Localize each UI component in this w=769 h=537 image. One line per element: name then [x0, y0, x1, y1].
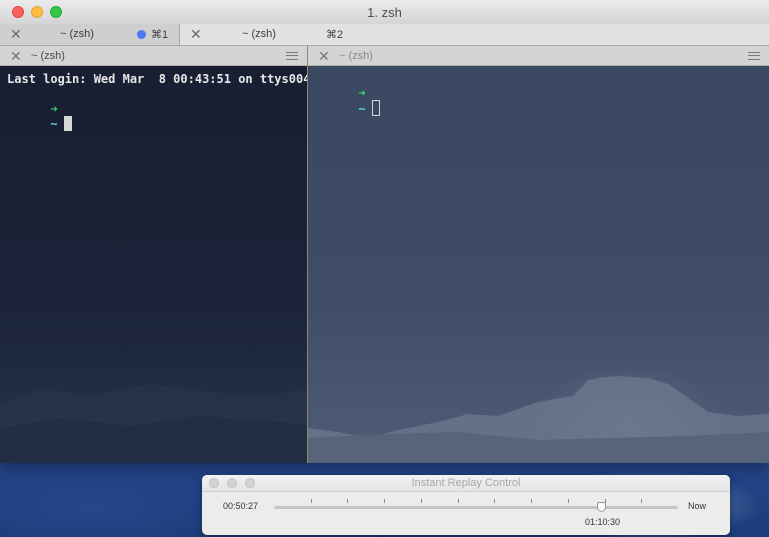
tab-2[interactable]: ✕ ~ (zsh) ⌘2	[180, 24, 769, 45]
hamburger-menu-icon[interactable]	[286, 52, 298, 60]
iterm-window: 1. zsh ✕ ~ (zsh) ⌘1 ✕ ~ (zsh) ⌘2 ✕ ~ (zs…	[0, 0, 769, 463]
replay-tick	[458, 499, 459, 503]
prompt-directory: ~	[358, 102, 366, 116]
minimize-panel-button[interactable]	[227, 478, 237, 488]
replay-end-label: Now	[688, 501, 707, 511]
replay-tick	[531, 499, 532, 503]
replay-tick	[641, 499, 642, 503]
instant-replay-panel: Instant Replay Control 00:50:27 Now 01:1…	[202, 475, 730, 535]
close-tab-icon[interactable]: ✕	[10, 26, 22, 43]
tab-shortcut: ⌘1	[151, 29, 169, 41]
zoom-panel-button[interactable]	[245, 478, 255, 488]
pane-header-right[interactable]: ✕ ~ (zsh)	[308, 46, 769, 66]
close-pane-icon[interactable]: ✕	[318, 48, 330, 65]
replay-tick	[605, 499, 606, 503]
replay-start-time: 00:50:27	[223, 501, 259, 511]
replay-title-bar[interactable]: Instant Replay Control	[202, 475, 730, 492]
tab-bar: ✕ ~ (zsh) ⌘1 ✕ ~ (zsh) ⌘2	[0, 24, 769, 46]
close-pane-icon[interactable]: ✕	[10, 48, 22, 65]
prompt-line: ➜ ~	[315, 72, 380, 130]
replay-tick	[568, 499, 569, 503]
window-title: 1. zsh	[367, 5, 402, 20]
replay-tick	[311, 499, 312, 503]
prompt-directory: ~	[50, 117, 58, 131]
prompt-arrow-icon: ➜	[358, 86, 366, 100]
terminal-pane-right[interactable]: ➜ ~	[308, 66, 769, 463]
replay-title: Instant Replay Control	[411, 477, 521, 489]
cursor	[371, 100, 380, 116]
tab-shortcut: ⌘2	[326, 29, 344, 41]
tab-label: ~ (zsh)	[60, 28, 94, 40]
terminal-pane-left[interactable]: Last login: Wed Mar 8 00:43:51 on ttys00…	[0, 66, 307, 463]
activity-indicator-icon	[137, 30, 146, 39]
replay-tick	[421, 499, 422, 503]
title-bar[interactable]: 1. zsh	[0, 0, 769, 25]
replay-tick	[494, 499, 495, 503]
last-login-line: Last login: Wed Mar 8 00:43:51 on ttys00…	[7, 72, 307, 86]
pane-title: ~ (zsh)	[339, 50, 373, 62]
pane-header-left[interactable]: ✕ ~ (zsh)	[0, 46, 307, 66]
replay-slider-track[interactable]	[274, 506, 678, 509]
pane-title: ~ (zsh)	[31, 50, 65, 62]
cursor	[63, 116, 72, 131]
tab-label: ~ (zsh)	[242, 28, 276, 40]
replay-slider-thumb[interactable]	[597, 502, 606, 512]
hamburger-menu-icon[interactable]	[748, 52, 760, 60]
prompt-line: ➜ ~	[7, 88, 72, 145]
prompt-arrow-icon: ➜	[50, 102, 58, 116]
close-panel-button[interactable]	[209, 478, 219, 488]
close-tab-icon[interactable]: ✕	[190, 26, 202, 43]
replay-current-time: 01:10:30	[585, 517, 621, 527]
replay-tick	[347, 499, 348, 503]
replay-tick	[384, 499, 385, 503]
tab-1[interactable]: ✕ ~ (zsh) ⌘1	[0, 24, 180, 45]
